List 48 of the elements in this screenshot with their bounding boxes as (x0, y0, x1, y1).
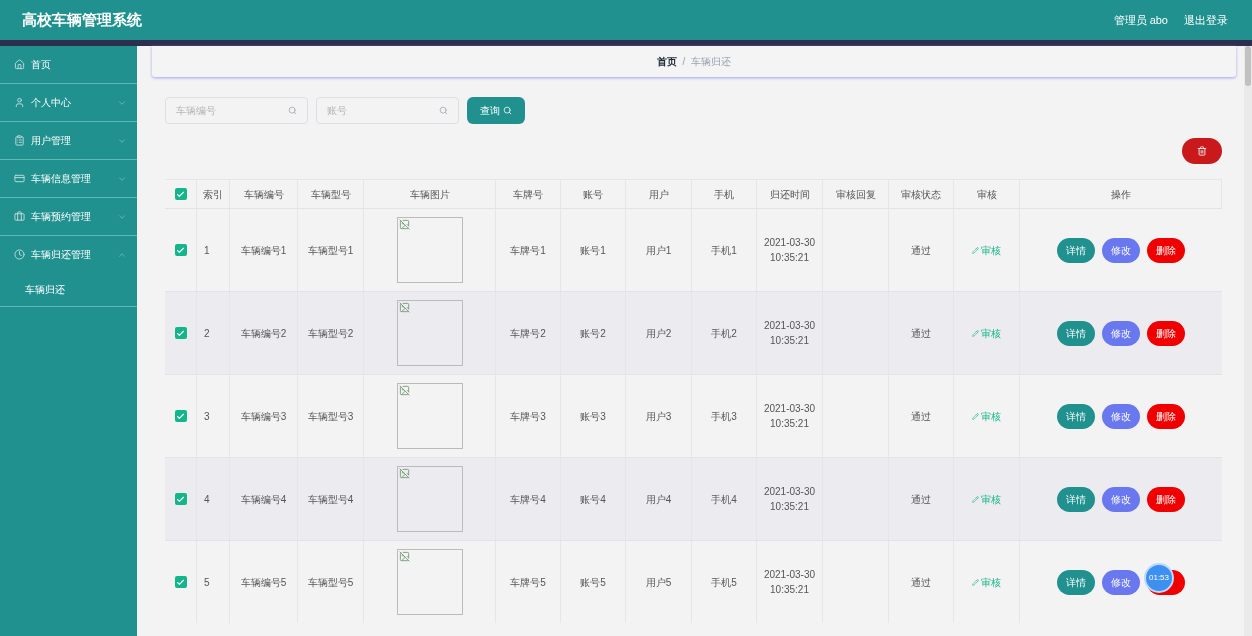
table-cell-text: 2021-03-30 10:35:21 (762, 236, 817, 265)
table-cell-text: 用户3 (645, 409, 672, 424)
table-cell-text: 手机1 (711, 243, 737, 258)
table-cell-text: 账号4 (580, 492, 606, 507)
table-cell-text: 手机5 (711, 575, 737, 590)
table-cell-text: 车辆型号4 (307, 492, 354, 507)
breadcrumb-separator: / (682, 55, 686, 69)
table-cell-text: 5 (204, 575, 210, 590)
table-cell-text: 用户1 (645, 243, 672, 258)
table-cell-text: 车辆型号3 (307, 409, 354, 424)
table-cell-text: 车牌号5 (510, 575, 546, 590)
table-cell-text: 通过 (911, 243, 931, 258)
user-label: 管理员 abo (1113, 12, 1168, 28)
table-cell-text: 车辆编号4 (240, 492, 287, 507)
table-cell-text: 通过 (911, 326, 931, 341)
table-cell-text: 车辆型号2 (307, 326, 354, 341)
table-cell-text: 3 (204, 409, 210, 424)
table-cell-text: 车辆编号2 (240, 326, 287, 341)
table-cell-text: 车牌号3 (510, 409, 546, 424)
table-cell-text: 手机4 (711, 492, 737, 507)
table-cell-text: 车牌号1 (510, 243, 546, 258)
table-cell-text: 账号1 (580, 243, 606, 258)
table-cell-text: 用户5 (645, 575, 672, 590)
table-cell-text: 通过 (911, 409, 931, 424)
table-cell-text: 车辆编号1 (240, 243, 287, 258)
table-cell-text: 2021-03-30 10:35:21 (762, 568, 817, 597)
table-cell-text: 通过 (911, 575, 931, 590)
table-cell-text: 2021-03-30 10:35:21 (762, 319, 817, 348)
table-cell-text: 用户2 (645, 326, 672, 341)
table-cell-text: 车辆型号1 (307, 243, 354, 258)
table-cell-text: 车辆编号5 (240, 575, 287, 590)
app-title: 高校车辆管理系统 (22, 9, 142, 30)
table-cell-text: 账号2 (580, 326, 606, 341)
table-cell-text: 2 (204, 326, 210, 341)
table-cell-text: 车牌号4 (510, 492, 546, 507)
table-cell-text: 车辆型号5 (307, 575, 354, 590)
table-cell-text: 车牌号2 (510, 326, 546, 341)
table-cell-text: 用户4 (645, 492, 672, 507)
table-cell-text: 1 (204, 243, 210, 258)
table-cell-text: 2021-03-30 10:35:21 (762, 402, 817, 431)
table-cell-text: 账号5 (580, 575, 606, 590)
table-cell-text: 手机2 (711, 326, 737, 341)
table-cell-text: 4 (204, 492, 210, 507)
table-cell-text: 手机3 (711, 409, 737, 424)
table-cell-text: 车辆编号3 (240, 409, 287, 424)
table-cell-text: 通过 (911, 492, 931, 507)
table-cell-text: 账号3 (580, 409, 606, 424)
table-cell-text: 2021-03-30 10:35:21 (762, 485, 817, 514)
